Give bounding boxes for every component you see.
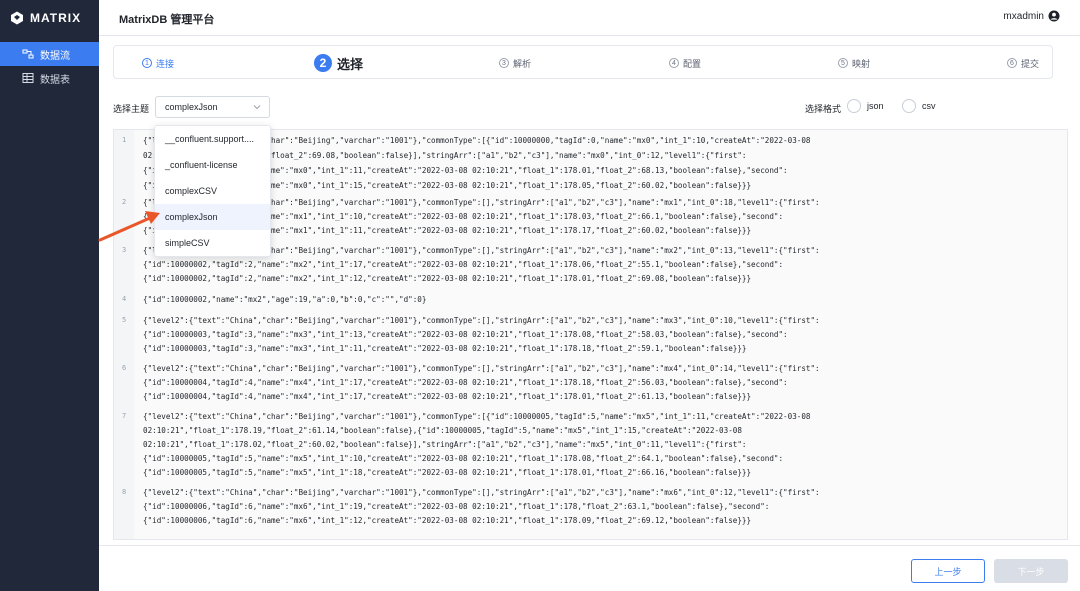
step-config[interactable]: 4 配置 [669, 46, 701, 80]
dropdown-option[interactable]: simpleCSV [155, 230, 270, 256]
code-text: {"id":10000003,"tagId":3,"name":"mx3","i… [143, 330, 788, 339]
step-label: 连接 [156, 58, 175, 69]
user-avatar-icon [1048, 10, 1060, 22]
code-text: {"id":10000002,"name":"mx2","age":19,"a"… [143, 295, 427, 304]
step-parse[interactable]: 3 解析 [499, 46, 531, 80]
step-number: 4 [669, 58, 679, 68]
topic-select[interactable]: complexJson [155, 96, 270, 118]
line-number: 4 [122, 295, 127, 303]
matrix-logo-icon [11, 11, 23, 25]
table-icon [22, 72, 34, 84]
code-text: 02:10:21","float_1":178.19,"float_2":61.… [143, 426, 742, 435]
username: mxadmin [1003, 10, 1044, 22]
chevron-down-icon [253, 105, 261, 110]
sidebar-item-label: 数据流 [40, 50, 70, 62]
step-submit[interactable]: 6 提交 [1007, 46, 1039, 80]
step-label: 提交 [1021, 58, 1040, 69]
sidebar-item-datatable[interactable]: 数据表 [0, 66, 99, 90]
code-text: {"id":10000004,"tagId":4,"name":"mx4","i… [143, 392, 752, 401]
step-number: 6 [1007, 58, 1017, 68]
code-text: {"id":10000005,"tagId":5,"name":"mx5","i… [143, 454, 784, 463]
dataflow-icon [22, 48, 34, 60]
topic-select-value: complexJson [165, 102, 218, 112]
line-number: 8 [122, 488, 127, 496]
topic-label: 选择主题 [113, 104, 150, 114]
code-text: {"id":10000005,"tagId":5,"name":"mx5","i… [143, 468, 752, 477]
line-number: 2 [122, 198, 127, 206]
footer-bar: 上一步 下一步 [99, 545, 1080, 591]
format-label: 选择格式 [805, 104, 842, 114]
code-text: 02:10:21","float_1":178.02,"float_2":60.… [143, 440, 747, 449]
step-number: 1 [142, 58, 152, 68]
sidebar: MATRIX 数据流 数据表 [0, 0, 99, 591]
step-label: 选择 [337, 56, 364, 72]
radio-circle [902, 99, 916, 113]
dropdown-option[interactable]: _confluent-license [155, 152, 270, 178]
dropdown-option[interactable]: __confluent.support.... [155, 126, 270, 152]
line-number: 3 [122, 246, 127, 254]
previous-button[interactable]: 上一步 [911, 559, 985, 583]
sidebar-item-label: 数据表 [40, 74, 70, 86]
format-radio-csv[interactable]: csv [902, 99, 936, 113]
dropdown-option[interactable]: complexCSV [155, 178, 270, 204]
dropdown-option-selected[interactable]: complexJson [155, 204, 270, 230]
next-button[interactable]: 下一步 [994, 559, 1068, 583]
radio-circle [847, 99, 861, 113]
radio-label: json [867, 101, 884, 111]
radio-label: csv [922, 101, 936, 111]
user-menu[interactable]: mxadmin [1003, 10, 1060, 22]
step-number: 3 [499, 58, 509, 68]
step-number: 5 [838, 58, 848, 68]
line-number: 1 [122, 136, 127, 144]
step-label: 映射 [852, 58, 871, 69]
code-text: {"id":10000006,"tagId":6,"name":"mx6","i… [143, 502, 770, 511]
code-text: {"id":10000002,"tagId":2,"name":"mx2","i… [143, 260, 784, 269]
format-radio-json[interactable]: json [847, 99, 884, 113]
main-panel: 1 连接 2 选择 3 解析 4 配置 5 映射 6 提交 选择主题 compl… [99, 36, 1080, 591]
step-select[interactable]: 2 选择 [314, 46, 363, 80]
code-text: {"id":10000004,"tagId":4,"name":"mx4","i… [143, 378, 788, 387]
app-title: MatrixDB 管理平台 [119, 14, 215, 26]
step-mapping[interactable]: 5 映射 [838, 46, 870, 80]
logo-text: MATRIX [30, 11, 82, 25]
line-number: 7 [122, 412, 127, 420]
code-text: {"id":10000002,"tagId":2,"name":"mx2","i… [143, 274, 752, 283]
code-text: {"id":10000003,"tagId":3,"name":"mx3","i… [143, 344, 747, 353]
sidebar-item-dataflow[interactable]: 数据流 [0, 42, 99, 66]
line-number: 5 [122, 316, 127, 324]
code-text: {"id":10000006,"tagId":6,"name":"mx6","i… [143, 516, 752, 525]
step-connect[interactable]: 1 连接 [142, 46, 174, 80]
step-label: 配置 [683, 58, 702, 69]
step-number: 2 [314, 54, 332, 72]
logo: MATRIX [10, 10, 81, 26]
line-gutter [114, 130, 134, 539]
top-header: MatrixDB 管理平台 mxadmin [99, 0, 1080, 36]
topic-dropdown: __confluent.support.... _confluent-licen… [154, 125, 271, 257]
step-label: 解析 [513, 58, 532, 69]
code-text: {"level2":{"text":"China","char":"Beijin… [143, 316, 820, 325]
stepper: 1 连接 2 选择 3 解析 4 配置 5 映射 6 提交 [113, 45, 1053, 79]
code-text: {"level2":{"text":"China","char":"Beijin… [143, 412, 811, 421]
code-text: {"level2":{"text":"China","char":"Beijin… [143, 364, 820, 373]
code-text: {"level2":{"text":"China","char":"Beijin… [143, 488, 820, 497]
line-number: 6 [122, 364, 127, 372]
